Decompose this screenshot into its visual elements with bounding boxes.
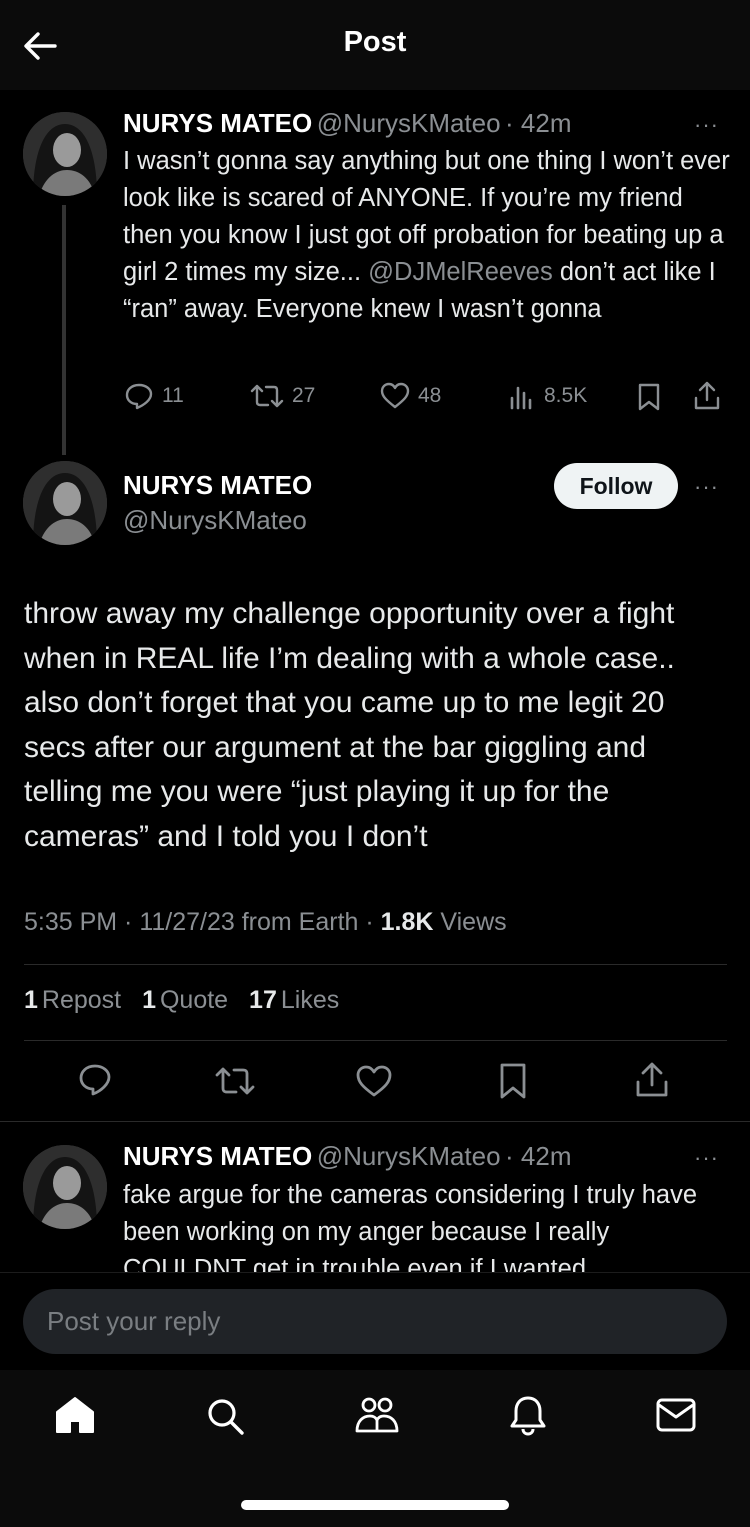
- quote-label: Quote: [159, 986, 229, 1014]
- heart-icon: [356, 1065, 392, 1097]
- reply-count: 11: [162, 384, 184, 407]
- repost-label: Repost: [41, 986, 122, 1014]
- bookmark-icon: [500, 1063, 526, 1099]
- quotes-stat[interactable]: 1 Quote: [142, 986, 228, 1014]
- quote-count: 1: [142, 986, 156, 1014]
- likes-count: 17: [249, 986, 277, 1014]
- home-indicator: [241, 1500, 509, 1510]
- divider: [24, 1040, 727, 1041]
- repost-count: 1: [24, 986, 38, 1014]
- tab-communities[interactable]: [354, 1395, 400, 1435]
- more-options-icon[interactable]: ···: [694, 474, 719, 500]
- views-label: Views: [433, 908, 507, 936]
- post-text: fake argue for the cameras considering I…: [123, 1181, 698, 1272]
- author-handle[interactable]: @NurysKMateo: [317, 108, 501, 138]
- reply-button[interactable]: 11: [124, 382, 184, 410]
- likes-label: Likes: [280, 986, 340, 1014]
- reply-icon: [125, 383, 153, 410]
- author-handle[interactable]: @NurysKMateo: [123, 505, 307, 536]
- analytics-icon: [510, 386, 532, 410]
- post-time: · 42m: [505, 1141, 572, 1171]
- post-text: I wasn’t gonna say anything but one thin…: [123, 143, 733, 328]
- engagement-stats: 1 Repost 1 Quote 17 Likes: [24, 986, 353, 1015]
- search-icon: [208, 1399, 244, 1435]
- profile-photo: [23, 461, 107, 545]
- tab-home[interactable]: [54, 1395, 96, 1435]
- bookmark-button[interactable]: [636, 382, 662, 412]
- post-time: · 42m: [505, 108, 572, 138]
- repost-button[interactable]: 27: [250, 382, 315, 410]
- repost-icon: [215, 1067, 255, 1095]
- author-name[interactable]: NURYS MATEO: [123, 1141, 312, 1171]
- post-header: NURYS MATEO @NurysKMateo · 42m: [123, 108, 572, 139]
- like-button[interactable]: [355, 1064, 393, 1098]
- avatar[interactable]: [23, 1145, 107, 1229]
- views-count: 8.5K: [544, 384, 588, 407]
- messages-icon: [656, 1398, 696, 1432]
- reply-input[interactable]: Post your reply: [23, 1289, 727, 1354]
- post-timestamp: 5:35 PM · 11/27/23 from Earth ·: [24, 908, 381, 936]
- reposts-stat[interactable]: 1 Repost: [24, 986, 121, 1014]
- page-title: Post: [343, 26, 407, 58]
- share-button[interactable]: [692, 380, 722, 412]
- repost-icon: [250, 384, 284, 408]
- avatar[interactable]: [23, 112, 107, 196]
- more-options-icon[interactable]: ···: [694, 1145, 719, 1171]
- mention-link[interactable]: @DJMelReeves: [368, 258, 553, 286]
- tab-search[interactable]: [205, 1396, 245, 1436]
- follow-button[interactable]: Follow: [554, 463, 678, 509]
- post-header: NURYS MATEO @NurysKMateo · 42m: [123, 1141, 572, 1172]
- reply-button[interactable]: [77, 1062, 113, 1098]
- profile-photo: [23, 112, 107, 196]
- likes-stat[interactable]: 17 Likes: [249, 986, 339, 1014]
- like-count: 48: [418, 384, 442, 407]
- repost-button[interactable]: [214, 1064, 256, 1098]
- views-count: 1.8K: [380, 908, 434, 936]
- share-icon: [694, 381, 720, 410]
- share-button[interactable]: [634, 1060, 670, 1100]
- reply-icon: [79, 1064, 111, 1096]
- author-handle[interactable]: @NurysKMateo: [317, 1141, 501, 1171]
- profile-photo: [23, 1145, 107, 1229]
- bookmark-icon: [638, 383, 660, 411]
- notifications-icon: [510, 1396, 546, 1436]
- heart-icon: [380, 382, 410, 409]
- author-name[interactable]: NURYS MATEO: [123, 470, 312, 501]
- author-name[interactable]: NURYS MATEO: [123, 108, 312, 138]
- tab-notifications[interactable]: [508, 1394, 548, 1436]
- post-meta: 5:35 PM · 11/27/23 from Earth · 1.8K Vie…: [24, 908, 507, 937]
- home-icon: [56, 1397, 94, 1433]
- avatar[interactable]: [23, 461, 107, 545]
- views-button[interactable]: 8.5K: [508, 382, 587, 410]
- reply-post[interactable]: NURYS MATEO @NurysKMateo · 42m ··· fake …: [0, 1122, 750, 1272]
- post-text: throw away my challenge opportunity over…: [24, 597, 675, 853]
- communities-icon: [355, 1397, 399, 1433]
- repost-count: 27: [292, 384, 316, 407]
- share-icon: [636, 1062, 668, 1097]
- divider: [24, 964, 727, 965]
- more-options-icon[interactable]: ···: [694, 112, 719, 138]
- bookmark-button[interactable]: [498, 1062, 528, 1100]
- tab-messages[interactable]: [655, 1397, 697, 1433]
- thread-line: [62, 205, 66, 455]
- like-button[interactable]: 48: [380, 382, 441, 410]
